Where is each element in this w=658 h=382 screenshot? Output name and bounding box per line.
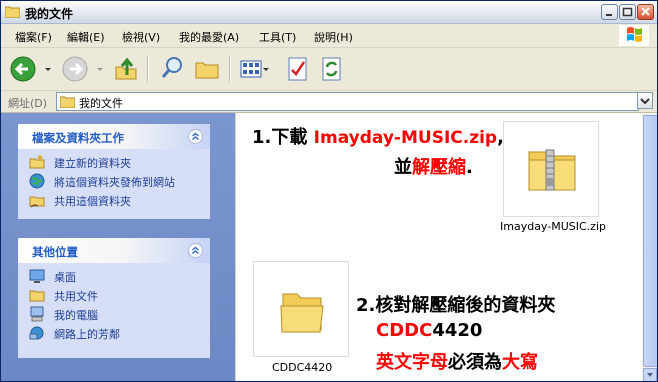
step2-digits: 4420: [432, 320, 483, 341]
collapse-icon[interactable]: [188, 129, 203, 144]
instruction-step1-line1: 1.下載 Imayday-MUSIC.zip,: [252, 123, 504, 149]
address-value: 我的文件: [79, 97, 123, 110]
close-icon: [641, 7, 650, 16]
views-button[interactable]: [239, 55, 269, 83]
search-button[interactable]: [159, 55, 185, 83]
file-name-zip[interactable]: Imayday-MUSIC.zip: [500, 220, 606, 233]
other-places-header[interactable]: 其他位置: [18, 238, 210, 263]
step2-must-be: 必須為: [448, 352, 502, 373]
task-share-folder[interactable]: 共用這個資料夾: [18, 191, 210, 210]
desktop-icon: [29, 269, 45, 283]
file-item-folder[interactable]: [253, 261, 349, 357]
place-network[interactable]: 網路上的芳鄰: [18, 324, 210, 343]
file-name-folder[interactable]: CDDC4420: [272, 361, 332, 374]
other-places-panel: 其他位置 桌面 共用文件 我的電腦 網路上的芳鄰: [18, 238, 210, 358]
new-folder-icon: [29, 155, 45, 169]
chevron-down-icon: [640, 98, 650, 105]
place-label: 桌面: [54, 271, 76, 284]
menu-edit[interactable]: 編輯(E): [67, 29, 105, 45]
network-icon: [29, 326, 44, 340]
panel-title: 檔案及資料夾工作: [32, 131, 124, 145]
step1-action: 解壓縮: [412, 157, 466, 178]
step1-filename: Imayday-MUSIC.zip: [313, 128, 498, 148]
file-view[interactable]: 1.下載 Imayday-MUSIC.zip, 並解壓縮. Imayday-MU…: [235, 113, 657, 381]
step2-english-letters: 英文字母: [376, 352, 448, 373]
menu-bar: 檔案(F) 編輯(E) 檢視(V) 我的最愛(A) 工具(T) 說明(H): [1, 24, 657, 48]
step1-end: .: [466, 157, 473, 178]
collapse-icon[interactable]: [188, 243, 203, 258]
instruction-step2-line3: 英文字母必須為大寫: [376, 348, 538, 374]
properties-button[interactable]: [286, 55, 310, 83]
task-label: 將這個資料夾發佈到網站: [54, 176, 175, 189]
forward-dropdown-icon[interactable]: [95, 55, 105, 83]
title-bar[interactable]: 我的文件: [1, 1, 657, 24]
explorer-window: 我的文件 檔案(F) 編輯(E) 檢視(V) 我的最愛(A) 工具(T) 說明(…: [0, 0, 658, 382]
minimize-icon: [606, 14, 612, 16]
address-dropdown-button[interactable]: [637, 92, 653, 109]
file-tasks-panel: 檔案及資料夾工作 建立新的資料夾 將這個資料夾發佈到網站 共用這個資料夾: [18, 124, 210, 219]
window-title: 我的文件: [25, 7, 74, 21]
windows-logo-icon: [619, 25, 649, 46]
folder-icon: [280, 293, 324, 333]
back-button[interactable]: [9, 55, 39, 83]
place-label: 網路上的芳鄰: [54, 328, 120, 341]
address-bar: 網址(D) 我的文件: [1, 91, 657, 113]
place-my-computer[interactable]: 我的電腦: [18, 305, 210, 324]
globe-icon: [29, 173, 45, 189]
back-dropdown-icon[interactable]: [43, 55, 53, 83]
step2-uppercase: 大寫: [502, 352, 538, 373]
toolbar-separator: [147, 56, 149, 82]
menu-help[interactable]: 說明(H): [314, 29, 353, 45]
folders-button[interactable]: [194, 55, 220, 83]
close-button[interactable]: [637, 4, 654, 20]
toolbar-separator: [229, 56, 231, 82]
menu-view[interactable]: 檢視(V): [122, 29, 160, 45]
forward-button[interactable]: [61, 55, 91, 83]
address-label: 網址(D): [8, 97, 48, 110]
file-item-zip[interactable]: [503, 121, 599, 217]
address-input[interactable]: 我的文件: [56, 92, 639, 111]
step2-letters: CDDC: [376, 320, 433, 341]
maximize-icon: [622, 7, 633, 17]
maximize-button[interactable]: [619, 4, 636, 20]
file-tasks-header[interactable]: 檔案及資料夾工作: [18, 124, 210, 149]
task-pane: 檔案及資料夾工作 建立新的資料夾 將這個資料夾發佈到網站 共用這個資料夾 其他位…: [1, 113, 235, 381]
task-new-folder[interactable]: 建立新的資料夾: [18, 153, 210, 172]
instruction-step2-line1: 2.核對解壓縮後的資料夾: [356, 295, 556, 316]
sync-button[interactable]: [320, 55, 344, 83]
menu-favorites[interactable]: 我的最愛(A): [179, 29, 239, 45]
up-folder-button[interactable]: [113, 55, 139, 83]
chevron-down-icon: [647, 373, 653, 377]
instruction-step2-line2: CDDC4420: [376, 320, 482, 341]
scrollbar-thumb[interactable]: [643, 115, 657, 367]
step1-prefix: 1.下載: [252, 127, 308, 148]
task-label: 建立新的資料夾: [54, 157, 131, 170]
place-desktop[interactable]: 桌面: [18, 267, 210, 286]
panel-title: 其他位置: [32, 245, 78, 259]
place-shared-documents[interactable]: 共用文件: [18, 286, 210, 305]
folder-icon: [5, 6, 20, 18]
computer-icon: [30, 306, 44, 322]
task-publish-web[interactable]: 將這個資料夾發佈到網站: [18, 172, 210, 191]
step1-and: 並: [394, 157, 412, 178]
place-label: 共用文件: [54, 290, 98, 303]
scroll-down-button[interactable]: [643, 368, 657, 381]
minimize-button[interactable]: [601, 4, 618, 20]
task-label: 共用這個資料夾: [54, 195, 131, 208]
place-label: 我的電腦: [54, 309, 98, 322]
menu-tools[interactable]: 工具(T): [259, 29, 296, 45]
shared-folder-icon: [29, 196, 45, 208]
vertical-scrollbar[interactable]: [642, 113, 657, 381]
folder-icon: [60, 96, 75, 108]
menu-file[interactable]: 檔案(F): [15, 29, 52, 45]
folder-icon: [29, 290, 45, 302]
instruction-step1-line2: 並解壓縮.: [394, 153, 473, 179]
zip-folder-icon: [528, 149, 576, 191]
toolbar: [1, 48, 657, 91]
